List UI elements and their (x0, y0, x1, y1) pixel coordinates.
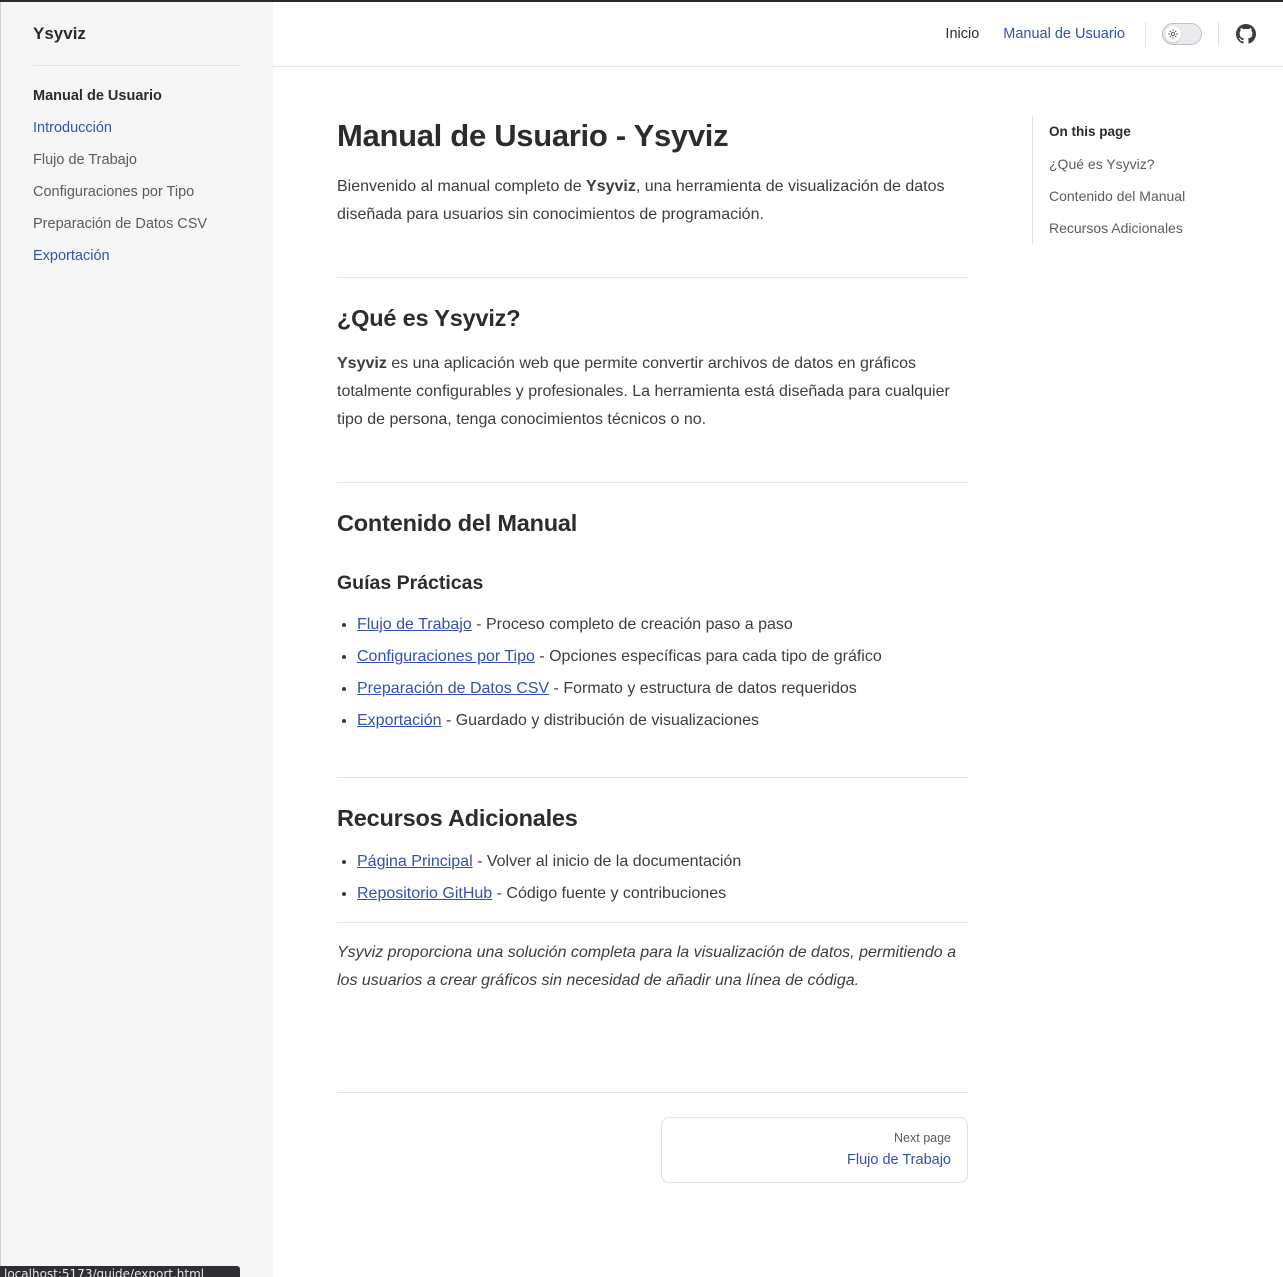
section-divider (337, 777, 968, 778)
site-title[interactable]: Ysyviz (33, 2, 241, 66)
list-item: Flujo de Trabajo - Proceso completo de c… (357, 613, 968, 637)
footer-divider (337, 1092, 968, 1093)
list-item: Configuraciones por Tipo - Opciones espe… (357, 645, 968, 669)
link-preparacion-csv[interactable]: Preparación de Datos CSV (357, 680, 549, 697)
outline-item-contenido[interactable]: Contenido del Manual (1049, 180, 1252, 212)
status-url-bar: localhost:5173/guide/export.html (0, 1266, 240, 1277)
main-content: Manual de Usuario - Ysyviz Bienvenido al… (337, 115, 968, 995)
sidebar: Ysyviz Manual de Usuario Introducción Fl… (0, 2, 273, 1277)
outline-title: On this page (1049, 124, 1131, 139)
sidebar-item-flujo-de-trabajo[interactable]: Flujo de Trabajo (33, 144, 241, 176)
heading-recursos: Recursos Adicionales (337, 805, 578, 831)
sidebar-item-introduccion[interactable]: Introducción (33, 112, 241, 144)
list-item: Exportación - Guardado y distribución de… (357, 709, 968, 733)
closing-paragraph: Ysyviz proporciona una solución completa… (337, 944, 957, 989)
section-divider (337, 277, 968, 278)
top-nav: Inicio Manual de Usuario (273, 2, 1283, 67)
next-page-link[interactable]: Next page Flujo de Trabajo (661, 1117, 968, 1183)
outline-item-recursos[interactable]: Recursos Adicionales (1049, 212, 1252, 244)
link-repositorio-github[interactable]: Repositorio GitHub (357, 885, 492, 902)
section-divider (337, 922, 968, 923)
list-item: Repositorio GitHub - Código fuente y con… (357, 882, 968, 906)
page-title: Manual de Usuario - Ysyviz (337, 118, 729, 153)
nav-divider (1218, 22, 1219, 46)
sidebar-item-exportacion[interactable]: Exportación (33, 240, 241, 272)
list-item: Preparación de Datos CSV - Formato y est… (357, 677, 968, 701)
sidebar-group-title: Manual de Usuario (33, 88, 162, 104)
sidebar-item-configuraciones[interactable]: Configuraciones por Tipo (33, 176, 241, 208)
heading-guias: Guías Prácticas (337, 572, 484, 594)
sidebar-item-preparacion-csv[interactable]: Preparación de Datos CSV (33, 208, 241, 240)
nav-link-inicio[interactable]: Inicio (945, 26, 979, 42)
list-item: Página Principal - Volver al inicio de l… (357, 850, 968, 874)
link-exportacion[interactable]: Exportación (357, 712, 442, 729)
outline-item-que-es[interactable]: ¿Qué es Ysyviz? (1049, 148, 1252, 180)
resources-list: Página Principal - Volver al inicio de l… (337, 850, 968, 906)
link-pagina-principal[interactable]: Página Principal (357, 853, 473, 870)
guides-list: Flujo de Trabajo - Proceso completo de c… (337, 613, 968, 733)
github-icon (1236, 24, 1256, 44)
appearance-toggle[interactable] (1162, 23, 1202, 45)
sun-icon (1168, 29, 1178, 39)
heading-que-es: ¿Qué es Ysyviz? (337, 305, 521, 331)
next-page-title: Flujo de Trabajo (847, 1152, 951, 1168)
heading-contenido: Contenido del Manual (337, 510, 578, 536)
github-link[interactable] (1235, 23, 1257, 45)
next-page-label: Next page (894, 1131, 951, 1145)
page-outline: On this page ¿Qué es Ysyviz? Contenido d… (1032, 116, 1252, 244)
what-paragraph: Ysyviz es una aplicación web que permite… (337, 355, 950, 428)
intro-paragraph: Bienvenido al manual completo de Ysyviz,… (337, 178, 945, 223)
nav-divider (1145, 22, 1146, 46)
toggle-knob (1165, 26, 1181, 42)
nav-link-manual[interactable]: Manual de Usuario (1003, 26, 1125, 42)
section-divider (337, 482, 968, 483)
link-flujo-de-trabajo[interactable]: Flujo de Trabajo (357, 616, 472, 633)
link-configuraciones[interactable]: Configuraciones por Tipo (357, 648, 535, 665)
sidebar-group: Manual de Usuario Introducción Flujo de … (33, 66, 241, 272)
